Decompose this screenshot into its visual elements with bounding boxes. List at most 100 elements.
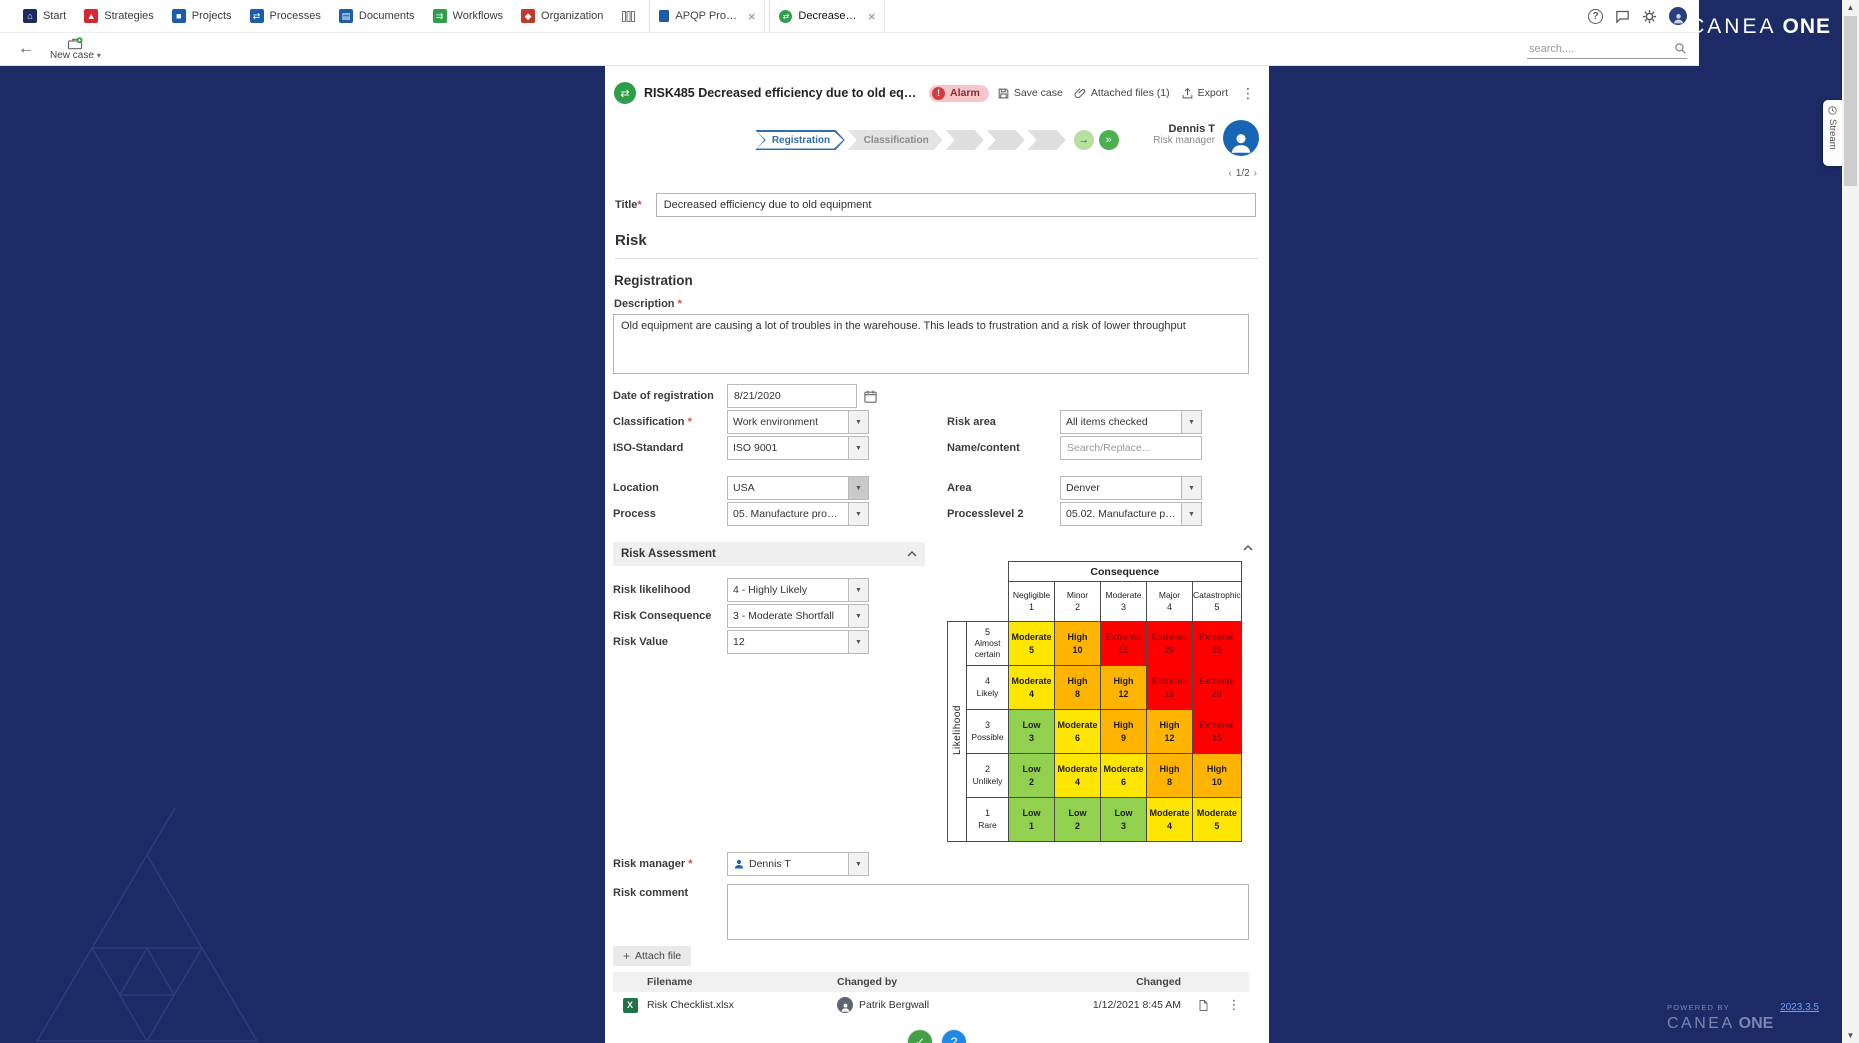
iso-standard-select[interactable]: ISO 9001▼ <box>727 436 869 460</box>
module-documents[interactable]: ▤Documents <box>330 0 424 32</box>
workflow-step-registration[interactable]: Registration <box>755 130 844 150</box>
processes-icon: ⇄ <box>250 9 264 23</box>
chevron-down-icon: ▼ <box>849 630 869 654</box>
matrix-cell: High10 <box>1193 754 1242 798</box>
save-case-button[interactable]: Save case <box>997 87 1063 100</box>
risk-consequence-select[interactable]: 3 - Moderate Shortfall▼ <box>727 604 869 628</box>
risk-area-select[interactable]: All items checked▼ <box>1060 410 1202 434</box>
field-label: Processlevel 2 <box>947 508 1060 520</box>
matrix-cell: Low3 <box>1009 710 1055 754</box>
module-processes[interactable]: ⇄Processes <box>241 0 330 32</box>
help-icon[interactable]: ? <box>1588 9 1603 24</box>
matrix-cell: Extreme15 <box>1101 622 1147 666</box>
classification-select[interactable]: Work environment▼ <box>727 410 869 434</box>
organization-icon: ◆ <box>521 9 535 23</box>
case-tab-decreased-effic[interactable]: ⇄Decreased effic...× <box>769 0 885 32</box>
field-label: Name/content <box>947 442 1060 454</box>
document-copy-icon[interactable] <box>1187 999 1219 1012</box>
documents-icon: ▤ <box>339 9 353 23</box>
board-columns-icon[interactable] <box>612 0 645 32</box>
kebab-menu-icon[interactable]: ⋮ <box>1219 997 1249 1013</box>
projects-icon: ■ <box>172 9 186 23</box>
workflow-step-empty <box>1028 130 1066 150</box>
strategies-icon: ▲ <box>84 9 98 23</box>
calendar-icon[interactable] <box>863 389 878 404</box>
stream-label: Stream <box>1827 119 1838 150</box>
matrix-cell: Low2 <box>1009 754 1055 798</box>
risk-matrix-panel: ConsequenceNegligible1Minor2Moderate3Maj… <box>947 542 1261 842</box>
matrix-collapse-button[interactable] <box>947 542 1261 561</box>
module-workflows[interactable]: ⇉Workflows <box>424 0 513 32</box>
stream-tab[interactable]: Stream <box>1823 100 1842 166</box>
close-icon[interactable]: × <box>868 9 876 24</box>
attached-files-button[interactable]: Attached files (1) <box>1074 87 1170 100</box>
files-table: Filename Changed by Changed XRisk Checkl… <box>613 972 1249 1018</box>
chevron-down-icon: ▼ <box>849 436 869 460</box>
module-projects[interactable]: ■Projects <box>163 0 241 32</box>
field-label: Location <box>613 482 727 494</box>
new-case-button[interactable]: New case▾ <box>50 37 101 62</box>
processlevel-2-select[interactable]: 05.02. Manufacture prod...▼ <box>1060 502 1202 526</box>
name-content-input[interactable] <box>1060 436 1202 460</box>
search-input[interactable] <box>1527 40 1674 58</box>
matrix-body: ConsequenceNegligible1Minor2Moderate3Maj… <box>948 562 1242 842</box>
chevron-down-icon: ▼ <box>1182 502 1202 526</box>
risk-comment-textarea[interactable] <box>727 884 1249 940</box>
chevron-down-icon: ▼ <box>849 476 869 500</box>
confirm-button[interactable]: ✓ <box>908 1030 932 1043</box>
help-button[interactable]: ? <box>942 1030 966 1043</box>
scroll-down-icon[interactable]: ▼ <box>1842 1031 1859 1040</box>
risk-value-select[interactable]: 12▼ <box>727 630 869 654</box>
location-select[interactable]: USA▼ <box>727 476 869 500</box>
risk-comment-row: Risk comment <box>613 884 1269 940</box>
file-link[interactable]: Risk Checklist.xlsx <box>647 999 837 1011</box>
modules-list: ⌂Start▲Strategies■Projects⇄Processes▤Doc… <box>14 0 612 32</box>
description-textarea[interactable]: Old equipment are causing a lot of troub… <box>613 314 1249 374</box>
description-label: Description * <box>614 298 1269 310</box>
module-strategies[interactable]: ▲Strategies <box>75 0 163 32</box>
page-prev-icon[interactable]: ‹ <box>1228 168 1231 179</box>
fast-forward-button[interactable]: » <box>1099 130 1119 150</box>
page-indicator: 1/2 <box>1236 168 1250 179</box>
version-link[interactable]: 2023.3.5 <box>1780 1002 1819 1013</box>
bottom-actions: ✓ ? <box>908 1030 966 1043</box>
assignee-avatar[interactable] <box>1223 120 1259 156</box>
matrix-cell: High10 <box>1055 622 1101 666</box>
page-next-icon[interactable]: › <box>1254 168 1257 179</box>
person-icon <box>733 858 745 870</box>
user-avatar[interactable] <box>1669 7 1687 25</box>
assessment-fields: Risk likelihood4 - Highly Likely▼Risk Co… <box>613 578 925 654</box>
risk-manager-select[interactable]: Dennis T ▼ <box>727 852 869 876</box>
matrix-row-header: 1Rare <box>967 798 1009 842</box>
matrix-cell: Moderate4 <box>1055 754 1101 798</box>
file-row: XRisk Checklist.xlsxPatrik Bergwall1/12/… <box>613 992 1249 1018</box>
date-of-registration-input[interactable] <box>727 384 857 408</box>
scrollbar[interactable]: ▲ ▼ <box>1842 0 1859 1043</box>
matrix-cell: High12 <box>1147 710 1193 754</box>
risk-likelihood-select[interactable]: 4 - Highly Likely▼ <box>727 578 869 602</box>
title-label: Title* <box>615 199 642 211</box>
workflow-step-empty <box>987 130 1025 150</box>
advance-step-button[interactable]: → <box>1074 130 1094 150</box>
assignee-role: Risk manager <box>1153 135 1215 146</box>
kebab-menu-icon[interactable]: ⋮ <box>1239 85 1257 102</box>
module-start[interactable]: ⌂Start <box>14 0 75 32</box>
risk-assessment-header[interactable]: Risk Assessment <box>613 542 925 566</box>
settings-gear-icon[interactable] <box>1642 9 1657 24</box>
workflow-step-classification[interactable]: Classification <box>848 130 943 150</box>
back-arrow-icon[interactable]: ← <box>10 40 42 58</box>
scroll-up-icon[interactable]: ▲ <box>1842 3 1859 12</box>
attach-file-button[interactable]: + Attach file <box>613 946 691 966</box>
scroll-thumb[interactable] <box>1844 16 1857 186</box>
close-icon[interactable]: × <box>748 9 756 24</box>
col-changed-by: Changed by <box>837 976 1027 988</box>
search-icon[interactable] <box>1674 42 1687 55</box>
area-select[interactable]: Denver▼ <box>1060 476 1202 500</box>
module-organization[interactable]: ◆Organization <box>512 0 612 32</box>
feedback-icon[interactable] <box>1615 9 1630 24</box>
case-tab-apqp-process-de[interactable]: APQP Process de...× <box>649 0 765 32</box>
export-button[interactable]: Export <box>1181 87 1228 100</box>
title-input[interactable] <box>656 193 1256 217</box>
matrix-cell: Extreme16 <box>1147 666 1193 710</box>
process-select[interactable]: 05. Manufacture products▼ <box>727 502 869 526</box>
